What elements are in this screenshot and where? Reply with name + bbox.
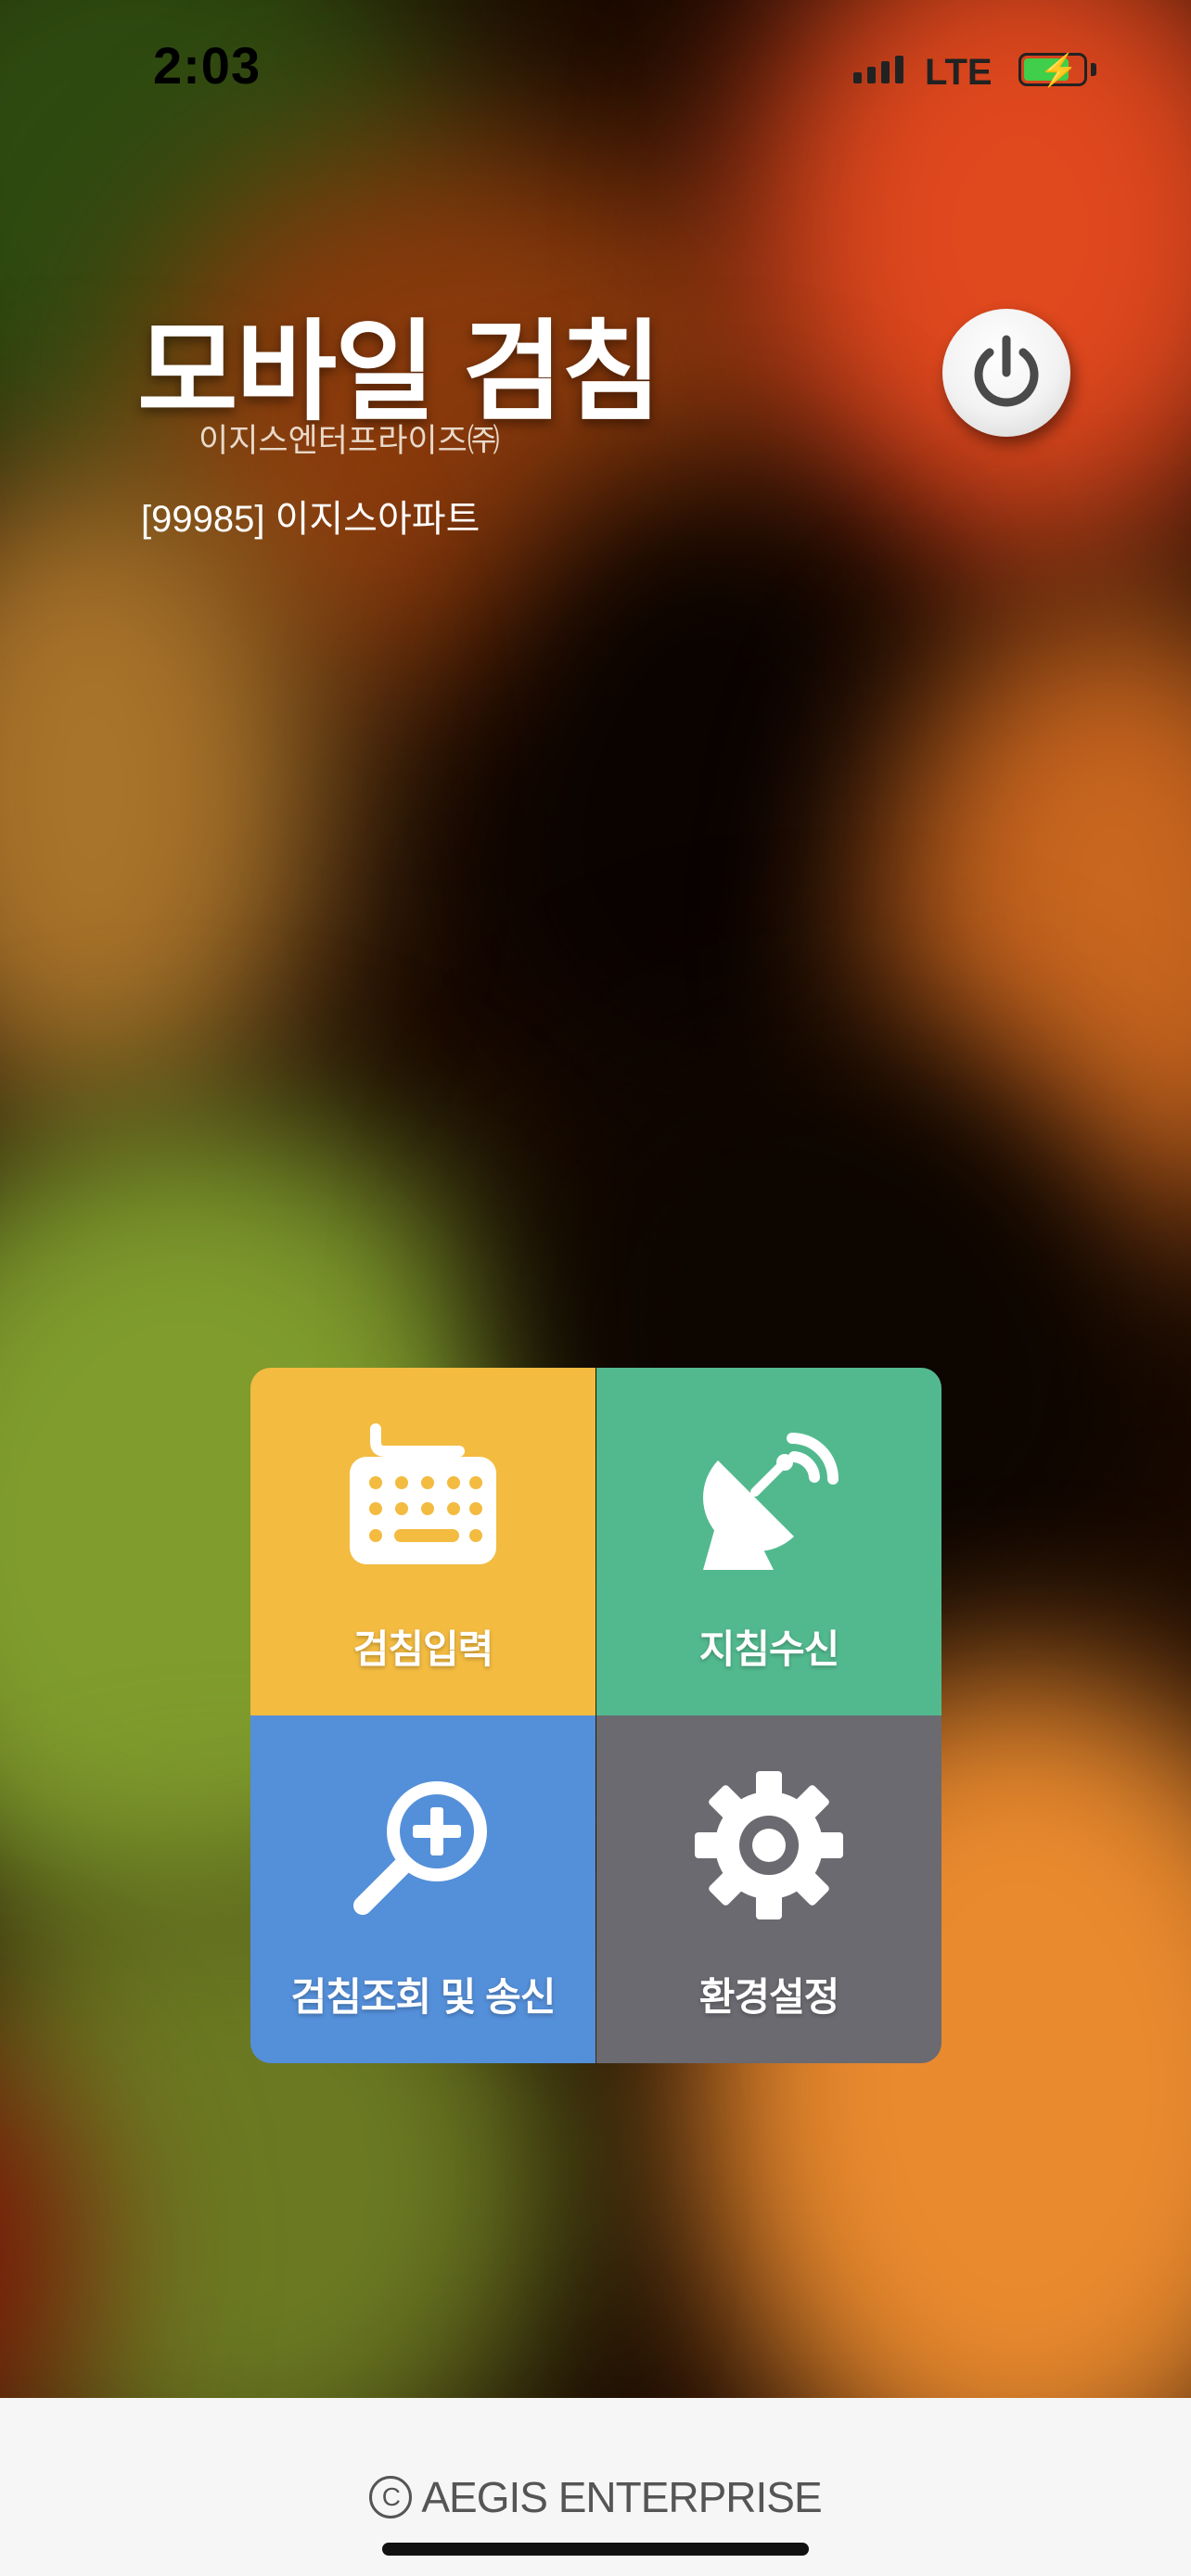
apartment-name: [99985] 이지스아파트: [141, 499, 480, 540]
home-indicator[interactable]: [382, 2543, 809, 2556]
power-button[interactable]: [942, 309, 1070, 437]
company-brand: AEGIS ENTERPRISE: [421, 2473, 822, 2521]
meter-input-tile[interactable]: 검침입력: [250, 1368, 596, 1715]
main-menu: 검침입력 지침수신 검침조회 및 송신 환경설정: [250, 1368, 941, 2063]
meter-query-send-label: 검침조회 및 송신: [290, 1975, 557, 2019]
keyboard-icon: [350, 1423, 496, 1564]
company-name: 이지스엔터프라이즈㈜: [198, 423, 500, 459]
gear-icon: [695, 1771, 843, 1919]
copyright-icon: C: [369, 2475, 413, 2519]
reading-receive-label: 지침수신: [698, 1627, 840, 1671]
settings-label: 환경설정: [698, 1975, 840, 2019]
meter-input-label: 검침입력: [352, 1627, 494, 1671]
signal-icon: [853, 56, 903, 83]
satellite-dish-icon: [703, 1433, 839, 1570]
reading-receive-tile[interactable]: 지침수신: [596, 1368, 941, 1715]
footer-notch: [482, 2398, 709, 2426]
status-bar: 2:03 LTE ⚡: [0, 0, 1191, 139]
network-type: LTE: [925, 52, 992, 93]
battery-icon: ⚡: [1018, 53, 1087, 88]
meter-query-send-tile[interactable]: 검침조회 및 송신: [250, 1715, 596, 2063]
search-plus-icon: [353, 1781, 487, 1915]
status-time: 2:03: [153, 36, 262, 95]
battery-tip: [1091, 63, 1096, 76]
settings-tile[interactable]: 환경설정: [596, 1715, 941, 2063]
power-icon: [974, 335, 1039, 407]
copyright-text: C AEGIS ENTERPRISE: [0, 2472, 1191, 2522]
